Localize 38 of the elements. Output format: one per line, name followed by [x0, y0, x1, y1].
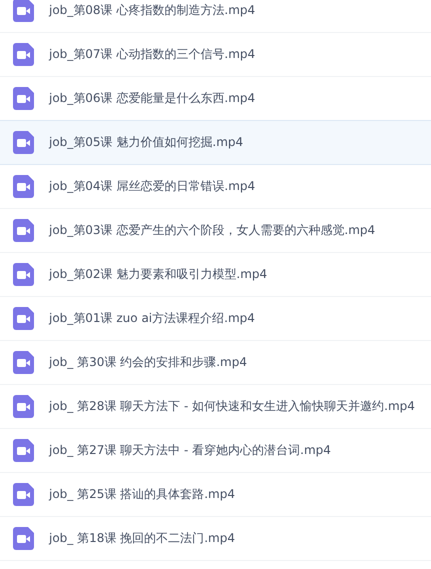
- video-file-icon: [13, 175, 34, 198]
- file-name: job_ 第27课 聊天方法中 - 看穿她内心的潜台词.mp4: [49, 442, 331, 459]
- video-file-icon: [13, 527, 34, 550]
- video-file-icon: [13, 131, 34, 154]
- file-row[interactable]: job_第01课 zuo ai方法课程介绍.mp4: [0, 296, 431, 341]
- video-file-icon: [13, 43, 34, 66]
- video-file-icon: [13, 87, 34, 110]
- file-row[interactable]: job_第02课 魅力要素和吸引力模型.mp4: [0, 252, 431, 297]
- file-row[interactable]: job_ 第28课 聊天方法下 - 如何快速和女生进入愉快聊天并邀约.mp4: [0, 384, 431, 429]
- video-file-icon: [13, 263, 34, 286]
- file-row[interactable]: job_ 第25课 搭讪的具体套路.mp4: [0, 472, 431, 517]
- file-row[interactable]: job_第08课 心疼指数的制造方法.mp4: [0, 0, 431, 33]
- file-row[interactable]: job_第04课 屌丝恋爱的日常错误.mp4: [0, 164, 431, 209]
- file-name: job_ 第30课 约会的安排和步骤.mp4: [49, 354, 247, 371]
- file-row[interactable]: job_ 第18课 挽回的不二法门.mp4: [0, 516, 431, 561]
- file-name: job_第06课 恋爱能量是什么东西.mp4: [49, 90, 256, 107]
- file-name: job_第07课 心动指数的三个信号.mp4: [49, 46, 256, 63]
- file-row[interactable]: job_ 第30课 约会的安排和步骤.mp4: [0, 340, 431, 385]
- file-row[interactable]: job_第05课 魅力价值如何挖掘.mp4: [0, 120, 431, 165]
- file-name: job_ 第28课 聊天方法下 - 如何快速和女生进入愉快聊天并邀约.mp4: [49, 398, 415, 415]
- file-name: job_ 第18课 挽回的不二法门.mp4: [49, 530, 235, 547]
- video-file-icon: [13, 0, 34, 22]
- video-file-icon: [13, 351, 34, 374]
- file-name: job_ 第25课 搭讪的具体套路.mp4: [49, 486, 235, 503]
- file-name: job_第03课 恋爱产生的六个阶段，女人需要的六种感觉.mp4: [49, 222, 376, 239]
- video-file-icon: [13, 483, 34, 506]
- file-row[interactable]: job_ 第27课 聊天方法中 - 看穿她内心的潜台词.mp4: [0, 428, 431, 473]
- file-name: job_第08课 心疼指数的制造方法.mp4: [49, 2, 256, 19]
- video-file-icon: [13, 395, 34, 418]
- file-row[interactable]: job_第07课 心动指数的三个信号.mp4: [0, 32, 431, 77]
- file-row[interactable]: job_第03课 恋爱产生的六个阶段，女人需要的六种感觉.mp4: [0, 208, 431, 253]
- video-file-icon: [13, 219, 34, 242]
- file-name: job_第05课 魅力价值如何挖掘.mp4: [49, 134, 244, 151]
- file-name: job_第04课 屌丝恋爱的日常错误.mp4: [49, 178, 256, 195]
- file-name: job_第01课 zuo ai方法课程介绍.mp4: [49, 310, 255, 327]
- video-file-icon: [13, 307, 34, 330]
- video-file-icon: [13, 439, 34, 462]
- file-name: job_第02课 魅力要素和吸引力模型.mp4: [49, 266, 268, 283]
